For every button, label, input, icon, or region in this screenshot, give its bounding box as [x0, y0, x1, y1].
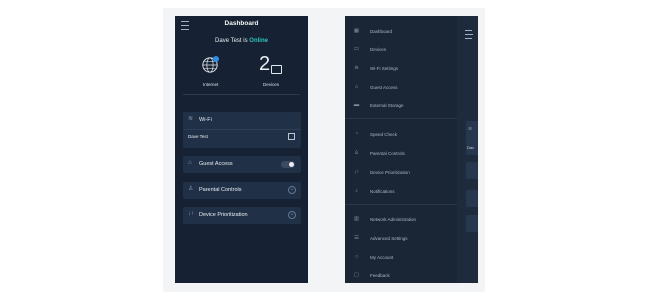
guest-access-label: Guest Access — [199, 161, 233, 167]
status-line: Dave Test is Online — [175, 38, 308, 44]
menu-item-advanced-settings[interactable]: ☰ Advanced Settings — [345, 233, 458, 245]
menu-label: External Storage — [370, 103, 404, 108]
menu-label: Devices — [370, 47, 387, 52]
card-divider — [183, 129, 301, 130]
hamburger-menu-icon[interactable] — [465, 30, 473, 39]
menu-label: Wi-Fi Settings — [370, 66, 399, 71]
guest-access-card[interactable]: ⌂ Guest Access — [183, 156, 301, 173]
menu-item-notifications[interactable]: ♪ Notifications — [345, 186, 458, 198]
page-title: Dashboard — [224, 20, 259, 27]
add-icon[interactable]: + — [288, 186, 296, 194]
menu-item-device-prioritization[interactable]: ↓↑ Device Prioritization — [345, 167, 458, 179]
menu-item-parental-controls[interactable]: ♙ Parental Controls — [345, 148, 458, 160]
dashboard-icon: ▦ — [353, 28, 360, 34]
wifi-card[interactable]: ≋ Wi-Fi Dave Test — [183, 112, 301, 148]
account-icon: ○ — [354, 254, 359, 260]
priority-icon: ↓↑ — [353, 169, 360, 175]
menu-item-network-administration[interactable]: ▥ Network Administration — [345, 214, 458, 226]
storage-icon: ▬ — [353, 102, 360, 108]
peek-priority-card — [466, 215, 478, 232]
add-icon[interactable]: + — [288, 211, 296, 219]
status-online: Online — [249, 38, 268, 44]
menu-label: Guest Access — [370, 85, 398, 90]
dashboard-screen: Dashboard Dave Test is Online Internet 2… — [175, 16, 308, 283]
menu-label: Network Administration — [370, 217, 417, 222]
speedometer-icon: ◔ — [354, 131, 359, 137]
parental-controls-card[interactable]: ♙ Parental Controls + — [183, 182, 301, 199]
menu-label: My Account — [370, 255, 394, 260]
sliders-icon: ☰ — [354, 235, 359, 241]
menu-divider — [345, 118, 458, 119]
device-prioritization-label: Device Prioritization — [199, 212, 248, 218]
menu-divider — [345, 204, 458, 205]
peek-text: Dav — [467, 145, 475, 150]
divider — [183, 94, 300, 95]
parental-icon: ♙ — [354, 150, 359, 156]
menu-item-speed-check[interactable]: ◔ Speed Check — [345, 129, 458, 141]
menu-label: Device Prioritization — [370, 170, 410, 175]
wifi-network-row[interactable]: Dave Test — [183, 131, 301, 147]
wifi-icon: ≋ — [468, 126, 473, 132]
menu-item-my-account[interactable]: ○ My Account — [345, 252, 458, 264]
menu-item-guest-access[interactable]: ⌂ Guest Access — [345, 82, 458, 94]
guest-icon: ⌂ — [354, 84, 359, 90]
feedback-icon: ▢ — [353, 272, 360, 278]
parental-controls-label: Parental Controls — [199, 187, 242, 193]
device-icon — [271, 65, 282, 74]
menu-label: Notifications — [370, 189, 395, 194]
wifi-icon: ≋ — [188, 116, 194, 122]
bell-icon: ♪ — [355, 188, 358, 194]
menu-item-devices[interactable]: ▭ Devices — [345, 44, 458, 56]
menu-label: Parental Controls — [370, 151, 405, 156]
menu-label: Speed Check — [370, 132, 398, 137]
menu-item-external-storage[interactable]: ▬ External Storage — [345, 100, 458, 112]
internet-label: Internet — [203, 82, 219, 87]
wifi-row[interactable]: ≋ Wi-Fi — [183, 112, 301, 128]
priority-icon: ↓↑ — [188, 211, 194, 217]
menu-item-dashboard[interactable]: ▦ Dashboard — [345, 26, 458, 38]
status-prefix: Dave Test is — [215, 38, 248, 44]
external-link-icon[interactable] — [288, 133, 295, 140]
devices-count[interactable]: 2 — [259, 54, 270, 74]
devices-icon: ▭ — [353, 46, 360, 52]
wifi-network-name: Dave Test — [188, 134, 208, 139]
menu-item-feedback[interactable]: ▢ Feedback — [345, 270, 458, 282]
parental-icon: ♙ — [188, 186, 194, 192]
header: Dashboard — [175, 16, 308, 36]
network-icon: ▥ — [353, 216, 360, 222]
device-prioritization-card[interactable]: ↓↑ Device Prioritization + — [183, 207, 301, 224]
menu-label: Feedback — [370, 273, 390, 278]
devices-label: Devices — [263, 82, 280, 87]
peek-parental-card — [466, 190, 478, 207]
peek-wifi-card: ≋ Dav — [466, 121, 478, 155]
menu-label: Advanced Settings — [370, 236, 408, 241]
peek-guest-card — [466, 162, 478, 179]
check-badge-icon — [213, 56, 219, 62]
menu-label: Dashboard — [370, 29, 393, 34]
guest-icon: ⌂ — [188, 160, 192, 166]
wifi-icon: ≋ — [354, 65, 359, 71]
menu-item-wifi-settings[interactable]: ≋ Wi-Fi Settings — [345, 63, 458, 75]
guest-access-toggle[interactable] — [281, 161, 295, 168]
wifi-label: Wi-Fi — [199, 117, 212, 123]
